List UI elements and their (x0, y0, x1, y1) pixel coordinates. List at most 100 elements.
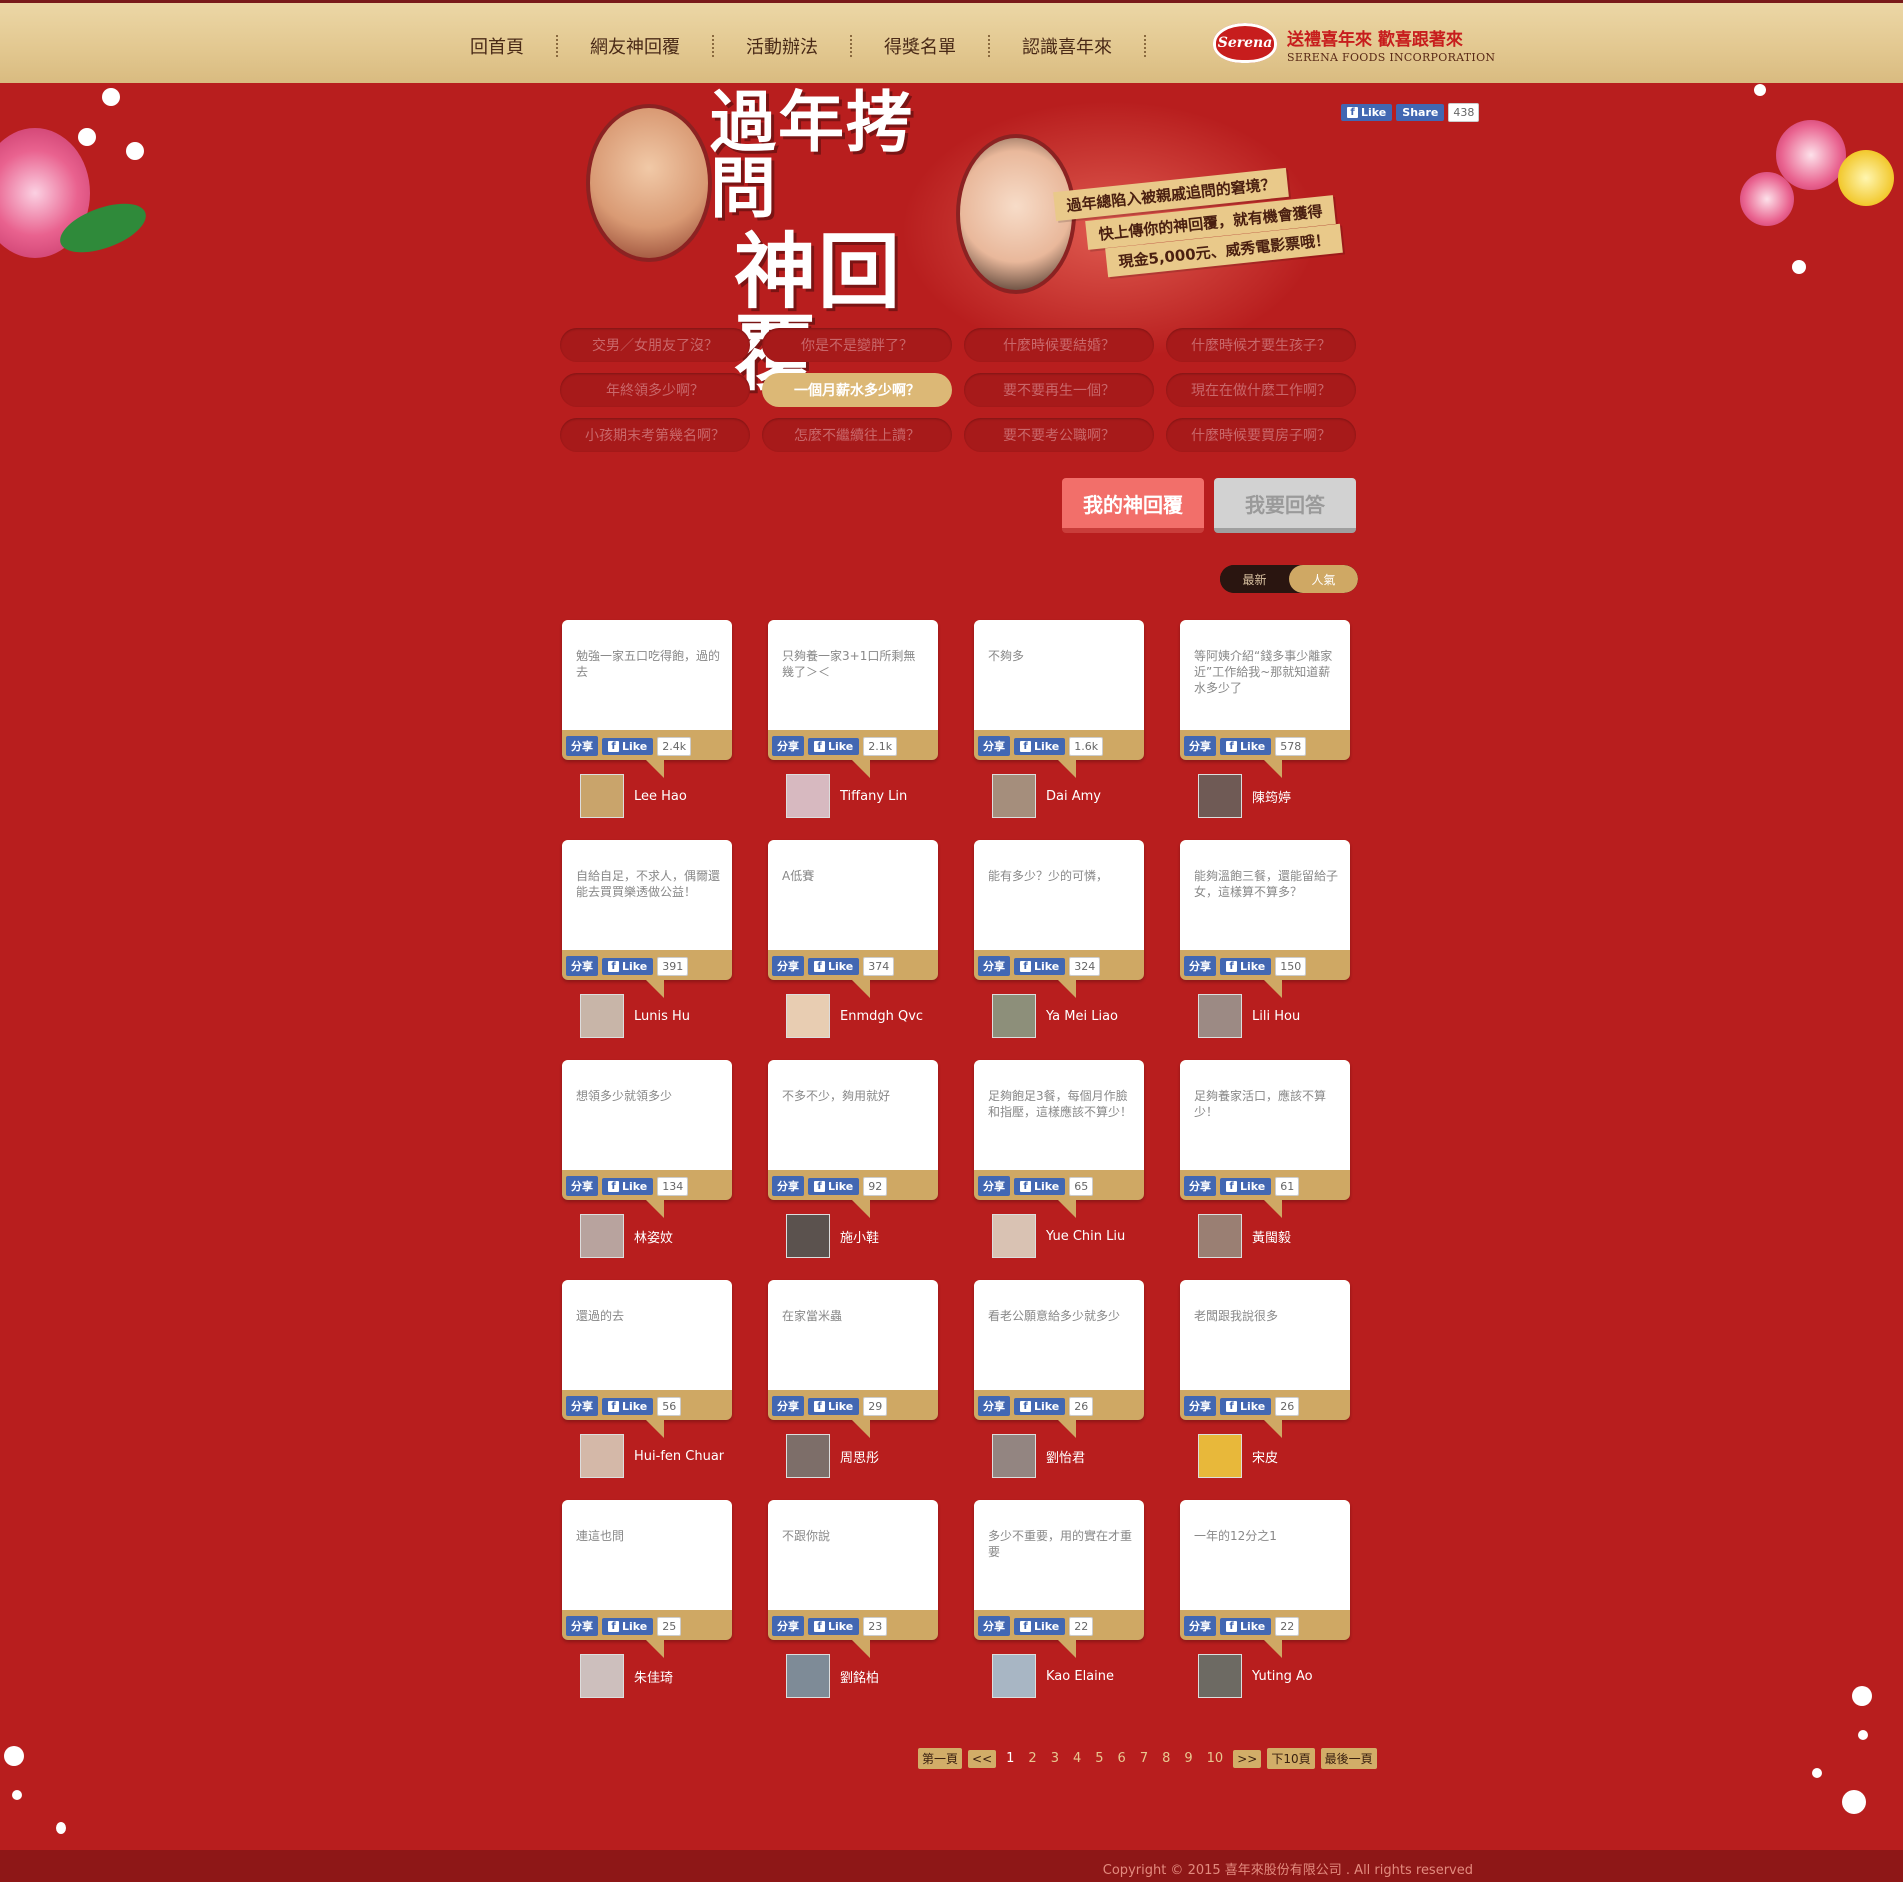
sort-newest-button[interactable]: 最新 (1220, 565, 1289, 593)
card-like-button[interactable]: f Like (1014, 1177, 1066, 1195)
card-like-button[interactable]: f Like (808, 1177, 860, 1195)
nav-item-1[interactable]: 網友神回覆 (590, 25, 680, 67)
fb-share-button[interactable]: Share (1396, 104, 1445, 121)
avatar[interactable] (786, 1214, 830, 1258)
card-share-button[interactable]: 分享 (566, 1616, 598, 1636)
card-like-button[interactable]: f Like (1014, 1617, 1066, 1635)
card-share-button[interactable]: 分享 (1184, 1616, 1216, 1636)
user-name[interactable]: 宋皮 (1252, 1447, 1342, 1466)
card-share-button[interactable]: 分享 (1184, 1396, 1216, 1416)
card-share-button[interactable]: 分享 (566, 956, 598, 976)
question-tag-3[interactable]: 什麼時候才要生孩子？ (1166, 328, 1356, 362)
user-name[interactable]: 林姿妏 (634, 1227, 724, 1246)
avatar[interactable] (992, 1434, 1036, 1478)
card-share-button[interactable]: 分享 (978, 1176, 1010, 1196)
user-name[interactable]: Tiffany Lin (840, 789, 930, 804)
card-like-button[interactable]: f Like (1220, 1617, 1272, 1635)
question-tag-6[interactable]: 要不要再生一個？ (964, 373, 1154, 407)
question-tag-2[interactable]: 什麼時候要結婚？ (964, 328, 1154, 362)
card-share-button[interactable]: 分享 (772, 1176, 804, 1196)
my-reply-button[interactable]: 我的神回覆 (1062, 478, 1204, 533)
avatar[interactable] (580, 1434, 624, 1478)
user-name[interactable]: 周思彤 (840, 1447, 930, 1466)
avatar[interactable] (580, 774, 624, 818)
card-share-button[interactable]: 分享 (566, 1396, 598, 1416)
card-like-button[interactable]: f Like (602, 1177, 654, 1195)
avatar[interactable] (1198, 1654, 1242, 1698)
avatar[interactable] (786, 1434, 830, 1478)
card-like-button[interactable]: f Like (602, 957, 654, 975)
card-like-button[interactable]: f Like (1220, 1397, 1272, 1415)
card-like-button[interactable]: f Like (808, 957, 860, 975)
avatar[interactable] (992, 1654, 1036, 1698)
avatar[interactable] (992, 994, 1036, 1038)
card-like-button[interactable]: f Like (808, 737, 860, 755)
user-name[interactable]: 朱佳琦 (634, 1667, 724, 1686)
card-like-button[interactable]: f Like (602, 1397, 654, 1415)
avatar[interactable] (580, 1654, 624, 1698)
user-name[interactable]: Yuting Ao (1252, 1669, 1342, 1684)
card-like-button[interactable]: f Like (602, 1617, 654, 1635)
card-like-button[interactable]: f Like (602, 737, 654, 755)
question-tag-0[interactable]: 交男／女朋友了沒？ (560, 328, 750, 362)
pager-page-4[interactable]: 4 (1069, 1751, 1085, 1766)
card-like-button[interactable]: f Like (1220, 1177, 1272, 1195)
card-share-button[interactable]: 分享 (1184, 736, 1216, 756)
user-name[interactable]: 劉怡君 (1046, 1447, 1136, 1466)
card-like-button[interactable]: f Like (1220, 737, 1272, 755)
avatar[interactable] (786, 1654, 830, 1698)
avatar[interactable] (992, 1214, 1036, 1258)
card-share-button[interactable]: 分享 (566, 736, 598, 756)
user-name[interactable]: Lili Hou (1252, 1009, 1342, 1024)
avatar[interactable] (1198, 994, 1242, 1038)
card-like-button[interactable]: f Like (1014, 737, 1066, 755)
question-tag-7[interactable]: 現在在做什麼工作啊？ (1166, 373, 1356, 407)
card-like-button[interactable]: f Like (808, 1617, 860, 1635)
card-like-button[interactable]: f Like (808, 1397, 860, 1415)
pager-page-10[interactable]: 10 (1203, 1751, 1228, 1766)
avatar[interactable] (786, 774, 830, 818)
user-name[interactable]: Lunis Hu (634, 1009, 724, 1024)
card-share-button[interactable]: 分享 (772, 1616, 804, 1636)
card-like-button[interactable]: f Like (1220, 957, 1272, 975)
question-tag-9[interactable]: 怎麼不繼續往上讀？ (762, 418, 952, 452)
question-tag-1[interactable]: 你是不是變胖了？ (762, 328, 952, 362)
user-name[interactable]: Enmdgh Qvc (840, 1009, 930, 1024)
pager-page-3[interactable]: 3 (1047, 1751, 1063, 1766)
user-name[interactable]: Dai Amy (1046, 789, 1136, 804)
pager-page-1[interactable]: 1 (1002, 1751, 1018, 1766)
avatar[interactable] (1198, 774, 1242, 818)
question-tag-10[interactable]: 要不要考公職啊？ (964, 418, 1154, 452)
question-tag-8[interactable]: 小孩期末考第幾名啊？ (560, 418, 750, 452)
pager-page-5[interactable]: 5 (1091, 1751, 1107, 1766)
card-like-button[interactable]: f Like (1014, 957, 1066, 975)
question-tag-4[interactable]: 年終領多少啊？ (560, 373, 750, 407)
card-share-button[interactable]: 分享 (772, 956, 804, 976)
serena-logo[interactable]: Serena 送禮喜年來 歡喜跟著來 SERENA FOODS INCORPOR… (1213, 21, 1495, 71)
card-share-button[interactable]: 分享 (978, 1396, 1010, 1416)
user-name[interactable]: 劉銘柏 (840, 1667, 930, 1686)
card-share-button[interactable]: 分享 (566, 1176, 598, 1196)
card-share-button[interactable]: 分享 (978, 1616, 1010, 1636)
user-name[interactable]: Lee Hao (634, 789, 724, 804)
pager-next-button[interactable]: >> (1233, 1749, 1262, 1768)
nav-item-4[interactable]: 認識喜年來 (1022, 25, 1112, 67)
pager-page-6[interactable]: 6 (1114, 1751, 1130, 1766)
sort-popular-button[interactable]: 人氣 (1289, 565, 1358, 593)
user-name[interactable]: Kao Elaine (1046, 1669, 1136, 1684)
user-name[interactable]: 黃閩毅 (1252, 1227, 1342, 1246)
user-name[interactable]: 施小鞋 (840, 1227, 930, 1246)
user-name[interactable]: 陳筠婷 (1252, 787, 1342, 806)
question-tag-11[interactable]: 什麼時候要買房子啊？ (1166, 418, 1356, 452)
card-share-button[interactable]: 分享 (1184, 956, 1216, 976)
card-share-button[interactable]: 分享 (1184, 1176, 1216, 1196)
user-name[interactable]: Hui-fen Chuang (634, 1449, 724, 1464)
avatar[interactable] (580, 1214, 624, 1258)
pager-page-9[interactable]: 9 (1180, 1751, 1196, 1766)
avatar[interactable] (992, 774, 1036, 818)
pager-prev-button[interactable]: << (968, 1749, 997, 1768)
card-share-button[interactable]: 分享 (978, 956, 1010, 976)
card-share-button[interactable]: 分享 (978, 736, 1010, 756)
pager-next10-button[interactable]: 下10頁 (1267, 1748, 1315, 1769)
pager-last-button[interactable]: 最後一頁 (1320, 1748, 1377, 1769)
